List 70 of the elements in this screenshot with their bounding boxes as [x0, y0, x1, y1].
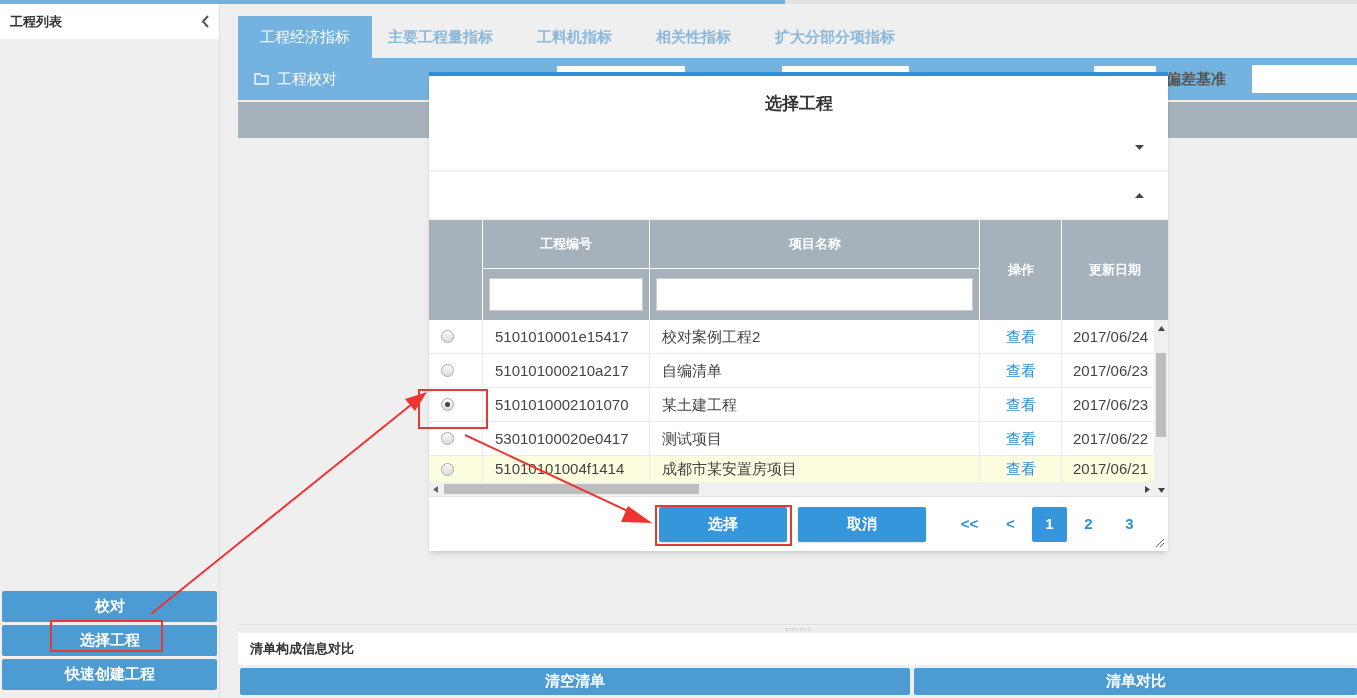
dialog-button[interactable]: 取消 — [798, 506, 926, 542]
scroll-right-icon[interactable] — [1145, 485, 1150, 493]
caret-up-icon[interactable] — [1135, 192, 1144, 198]
table-cell: 测试项目 — [650, 422, 980, 455]
view-link[interactable]: 查看 — [1005, 395, 1036, 414]
splitter-handle[interactable] — [784, 627, 811, 631]
deviation-label: 偏差基准 — [1166, 68, 1227, 89]
table-row[interactable]: 5101010001e15417 校对案例工程2 查看 2017/06/24 — [429, 320, 1154, 354]
table-row[interactable]: 53010100020e0417 测试项目 查看 2017/06/22 — [429, 422, 1154, 456]
table-cell: 自编清单 — [650, 354, 980, 387]
table-row[interactable]: 5101010002101070 某土建工程 查看 2017/06/23 — [429, 388, 1154, 422]
filter-field[interactable] — [489, 278, 643, 311]
view-link[interactable]: 查看 — [1005, 361, 1036, 380]
radio-button[interactable] — [441, 432, 454, 445]
view-link[interactable]: 查看 — [1005, 327, 1036, 346]
scrollbar-thumb[interactable] — [444, 484, 699, 494]
table-cell-text: 2017/06/23 — [1072, 394, 1150, 415]
toolbar-title: 工程校对 — [277, 68, 338, 89]
view-link[interactable]: 查看 — [1005, 429, 1036, 448]
filter-field[interactable] — [656, 278, 973, 311]
tab[interactable]: 工程经济指标 — [238, 16, 372, 58]
sidebar-button[interactable]: 选择工程 — [2, 625, 217, 656]
table-cell: 5101010002101070 — [483, 388, 650, 421]
page-button[interactable]: 2 — [1071, 506, 1106, 542]
caret-down-icon[interactable] — [1135, 144, 1144, 150]
radio-button[interactable] — [441, 330, 454, 343]
column-header: 更新日期 — [1088, 261, 1142, 280]
tab[interactable]: 相关性指标 — [640, 16, 747, 58]
vertical-scrollbar[interactable] — [1154, 320, 1168, 496]
sidebar-title: 工程列表 — [10, 12, 62, 31]
resize-grip-icon[interactable] — [1156, 539, 1164, 547]
table-cell: 510101000210a217 — [483, 354, 650, 387]
table-cell-text: 2017/06/23 — [1072, 360, 1150, 381]
scroll-left-icon[interactable] — [433, 485, 438, 493]
radio-button[interactable] — [441, 462, 454, 476]
compare-title: 清单构成信息对比 — [250, 640, 354, 659]
dialog-title: 选择工程 — [764, 94, 833, 114]
highlight-box — [418, 389, 488, 429]
horizontal-scrollbar[interactable] — [429, 482, 1154, 496]
sidebar-button[interactable]: 校对 — [2, 591, 217, 622]
tab[interactable]: 扩大分部分项指标 — [759, 16, 911, 58]
table-cell: 53010100020e0417 — [483, 422, 650, 455]
table-cell-text: 2017/06/24 — [1072, 326, 1150, 347]
page-button[interactable]: < — [993, 506, 1028, 542]
page-button[interactable]: << — [952, 506, 987, 542]
table-cell-text: 2017/06/21 — [1072, 459, 1150, 479]
page-button[interactable]: 3 — [1112, 506, 1147, 542]
table-cell-text: 2017/06/22 — [1072, 428, 1150, 449]
folder-icon — [254, 73, 269, 85]
page-button[interactable]: 1 — [1032, 506, 1067, 542]
radio-button[interactable] — [441, 398, 454, 411]
tab[interactable]: 工料机指标 — [521, 16, 628, 58]
action-button[interactable]: 清单对比 — [914, 668, 1357, 695]
radio-button[interactable] — [441, 364, 454, 377]
view-link[interactable]: 查看 — [1005, 460, 1036, 478]
scroll-up-icon[interactable] — [1157, 326, 1165, 331]
table-cell: 校对案例工程2 — [650, 320, 980, 353]
column-header: 工程编号 — [483, 220, 650, 268]
table-row[interactable]: 510101000210a217 自编清单 查看 2017/06/23 — [429, 354, 1154, 388]
scrollbar-thumb[interactable] — [1156, 353, 1166, 437]
sidebar-button[interactable]: 快速创建工程 — [2, 659, 217, 690]
dialog-button[interactable]: 选择 — [659, 506, 787, 542]
action-button[interactable]: 清空清单 — [240, 668, 910, 695]
column-header: 项目名称 — [787, 235, 842, 254]
deviation-field[interactable] — [1252, 65, 1357, 93]
tab[interactable]: 主要工程量指标 — [372, 16, 509, 58]
table-cell: 某土建工程 — [650, 388, 980, 421]
collapse-icon[interactable] — [201, 15, 209, 28]
table-cell: 5101010001e15417 — [483, 320, 650, 353]
scroll-down-icon[interactable] — [1157, 488, 1165, 493]
